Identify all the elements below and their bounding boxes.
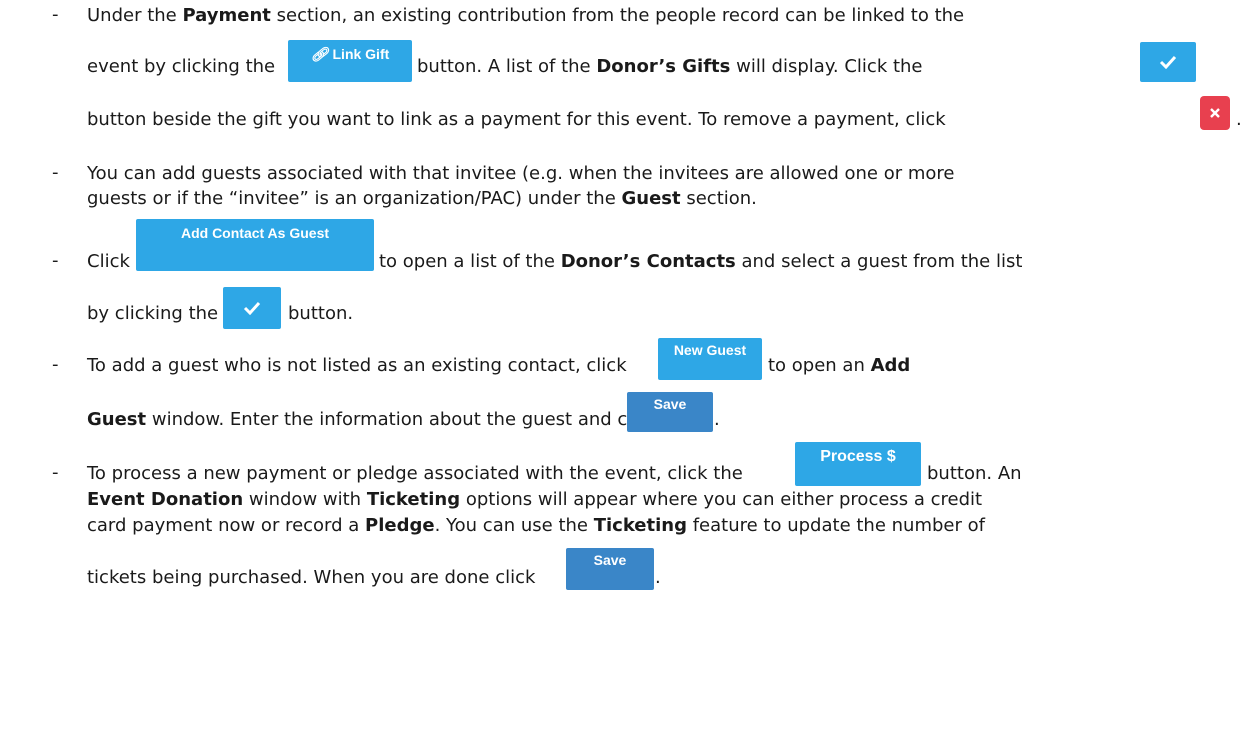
bold-term: Pledge	[365, 515, 435, 536]
text: button. A list of the	[417, 56, 597, 77]
add-contact-as-guest-label: Add Contact As Guest	[180, 225, 330, 241]
text-line: Event Donation window with Ticketing opt…	[87, 488, 982, 512]
text: To process a new payment or pledge assoc…	[87, 463, 743, 484]
text: window. Enter the information about the …	[146, 409, 658, 430]
close-icon	[1210, 108, 1220, 118]
bold-term: Add	[870, 355, 911, 376]
link-icon: 🔗︎	[310, 46, 329, 62]
remove-payment-button[interactable]	[1200, 96, 1230, 130]
text: button beside the gift you want to link …	[87, 109, 946, 130]
new-guest-button[interactable]: New Guest	[658, 338, 762, 380]
save-button[interactable]: Save	[566, 548, 654, 590]
bold-term: Guest	[87, 409, 147, 430]
text: . You can use the	[434, 515, 594, 536]
save-button[interactable]: Save	[627, 392, 713, 432]
text-line: You can add guests associated with that …	[87, 162, 954, 186]
text: You can add guests associated with that …	[87, 163, 955, 184]
text: to open an	[768, 355, 871, 376]
text: Click	[87, 251, 130, 272]
text-line: guests or if the “invitee” is an organiz…	[87, 187, 757, 211]
process-payment-button[interactable]: Process $	[795, 442, 921, 486]
bullet-dash: -	[52, 250, 59, 271]
bullet-dash: -	[52, 162, 59, 183]
text: .	[714, 409, 720, 430]
text-line: button.	[288, 302, 353, 326]
check-icon	[243, 301, 261, 315]
text: button.	[288, 303, 354, 324]
bold-term: Ticketing	[593, 515, 687, 536]
text: and select a guest from the list	[735, 251, 1023, 272]
text-line: button. An	[927, 462, 1022, 486]
text: section.	[680, 188, 757, 209]
check-button[interactable]	[1140, 42, 1196, 82]
text-line: event by clicking the	[87, 55, 275, 79]
bullet-dash: -	[52, 4, 59, 25]
bold-term: Guest	[621, 188, 681, 209]
bullet-dash: -	[52, 354, 59, 375]
text-line: to open an Add	[768, 354, 910, 378]
text: tickets being purchased. When you are do…	[87, 567, 536, 588]
text: options will appear where you can either…	[460, 489, 983, 510]
text: card payment now or record a	[87, 515, 366, 536]
bold-term: Donor’s Contacts	[560, 251, 736, 272]
text-line: Guest window. Enter the information abou…	[87, 408, 658, 432]
text-line: tickets being purchased. When you are do…	[87, 566, 535, 590]
text-line: Under the Payment section, an existing c…	[87, 4, 964, 28]
text: guests or if the “invitee” is an organiz…	[87, 188, 622, 209]
text: window with	[243, 489, 367, 510]
check-button[interactable]	[223, 287, 281, 329]
text-line: by clicking the	[87, 302, 218, 326]
text-line: To process a new payment or pledge assoc…	[87, 462, 743, 486]
text: feature to update the number of	[687, 515, 985, 536]
text: button. An	[927, 463, 1022, 484]
text: to open a list of the	[379, 251, 561, 272]
link-gift-button[interactable]: 🔗︎ Link Gift	[288, 40, 412, 82]
new-guest-label: New Guest	[673, 342, 747, 358]
text: by clicking the	[87, 303, 219, 324]
bold-term: Ticketing	[366, 489, 461, 510]
text: will display. Click the	[730, 56, 923, 77]
text-line: Click	[87, 250, 130, 274]
text-line: card payment now or record a Pledge. You…	[87, 514, 985, 538]
check-icon	[1159, 55, 1177, 69]
text: .	[1236, 109, 1242, 130]
text-line: button beside the gift you want to link …	[87, 108, 946, 132]
text-line: To add a guest who is not listed as an e…	[87, 354, 627, 378]
bold-term: Event Donation	[87, 489, 244, 510]
text: event by clicking the	[87, 56, 276, 77]
link-gift-label: Link Gift	[332, 46, 390, 62]
bold-term: Donor’s Gifts	[596, 56, 731, 77]
process-label: Process $	[820, 448, 896, 465]
text: To add a guest who is not listed as an e…	[87, 355, 627, 376]
text: section, an existing contribution from t…	[270, 5, 965, 26]
text-line: to open a list of the Donor’s Contacts a…	[379, 250, 1022, 274]
add-contact-as-guest-button[interactable]: Add Contact As Guest	[136, 219, 374, 271]
text: Under the	[87, 5, 183, 26]
bold-term: Payment	[182, 5, 271, 26]
save-label: Save	[593, 552, 627, 568]
bullet-dash: -	[52, 462, 59, 483]
text: .	[655, 567, 661, 588]
save-label: Save	[653, 396, 687, 412]
text-line: button. A list of the Donor’s Gifts will…	[417, 55, 923, 79]
